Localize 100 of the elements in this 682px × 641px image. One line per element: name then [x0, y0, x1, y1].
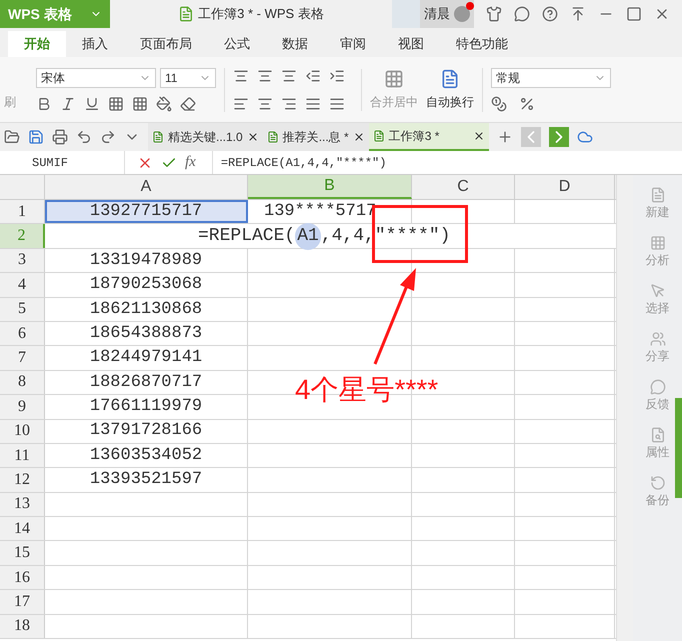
vertical-scrollbar[interactable]	[616, 175, 633, 641]
menu-tab[interactable]: 插入	[66, 31, 124, 57]
border-icon[interactable]	[108, 96, 124, 112]
row-header[interactable]: 5	[0, 298, 45, 321]
fill-color-icon[interactable]	[156, 96, 172, 112]
table-cell: 17661119979	[45, 395, 248, 419]
align-top-icon[interactable]	[233, 68, 249, 84]
row-header[interactable]: 8	[0, 370, 45, 394]
column-header[interactable]: C	[412, 175, 515, 199]
help-icon[interactable]	[542, 6, 558, 22]
panel-toggle[interactable]	[675, 398, 682, 498]
maximize-icon[interactable]	[626, 6, 642, 22]
row-header[interactable]: 12	[0, 468, 45, 492]
font-select[interactable]: 宋体	[36, 68, 156, 88]
table-cell: 13791728166	[45, 420, 248, 443]
row-header[interactable]: 18	[0, 614, 45, 638]
menu-tab[interactable]: 特色功能	[440, 31, 524, 57]
menu-tab[interactable]: 视图	[382, 31, 440, 57]
user-name: 清晨	[424, 5, 450, 24]
shirt-icon[interactable]	[486, 6, 502, 22]
close-icon[interactable]	[246, 131, 259, 143]
close-icon[interactable]	[472, 130, 485, 142]
table-cell: 13393521597	[45, 468, 248, 492]
align-left-icon[interactable]	[233, 96, 249, 112]
font-size-select[interactable]: 11	[160, 68, 216, 88]
grid-icon[interactable]	[132, 96, 148, 112]
name-box[interactable]: SUMIF	[0, 151, 125, 174]
print-icon[interactable]	[52, 129, 68, 145]
redo-icon[interactable]	[100, 129, 116, 145]
table-cell: 18790253068	[45, 273, 248, 297]
skin-thumbnail	[392, 0, 420, 28]
backup-icon	[650, 475, 666, 491]
row-header[interactable]: 4	[0, 273, 45, 297]
table-cell: 13927715717	[45, 200, 248, 224]
eraser-icon[interactable]	[180, 96, 196, 112]
row-header[interactable]: 13	[0, 492, 45, 516]
new-tab-icon[interactable]	[496, 129, 513, 145]
menu-tab[interactable]: 开始	[8, 31, 66, 57]
save-icon[interactable]	[28, 129, 44, 145]
column-header[interactable]: D	[515, 175, 615, 199]
scroll-right-icon[interactable]	[548, 127, 569, 147]
wrap-text-button[interactable]: 自动换行	[426, 68, 474, 110]
row-header[interactable]: 6	[0, 322, 45, 346]
row-header[interactable]: 17	[0, 590, 45, 614]
indent-increase-icon[interactable]	[329, 68, 345, 84]
chat-icon	[650, 379, 666, 395]
justify-icon[interactable]	[305, 96, 321, 112]
document-tab[interactable]: 推荐关...息 *	[262, 123, 369, 151]
number-format-select[interactable]: 常规	[491, 68, 611, 88]
grid-icon	[650, 235, 666, 251]
italic-icon[interactable]	[60, 96, 76, 112]
wrap-text-icon	[440, 68, 460, 88]
align-bottom-icon[interactable]	[281, 68, 297, 84]
undo-icon[interactable]	[76, 129, 92, 145]
menu-tab[interactable]: 数据	[266, 31, 324, 57]
menu-tab[interactable]: 审阅	[324, 31, 382, 57]
spreadsheet-icon	[152, 131, 164, 143]
underline-icon[interactable]	[84, 96, 100, 112]
upload-icon[interactable]	[570, 6, 586, 22]
close-icon[interactable]	[352, 131, 365, 143]
row-header[interactable]: 11	[0, 444, 45, 468]
currency-icon[interactable]	[491, 96, 507, 112]
align-center-icon[interactable]	[257, 96, 273, 112]
row-header[interactable]: 15	[0, 541, 45, 565]
menu-tab[interactable]: 页面布局	[124, 31, 208, 57]
user-button[interactable]: 清晨	[420, 0, 474, 28]
percent-icon[interactable]	[519, 96, 535, 112]
align-right-icon[interactable]	[281, 96, 297, 112]
document-tab[interactable]: 精选关键...1.0	[148, 123, 263, 151]
row-header[interactable]: 16	[0, 566, 45, 590]
table-cell: 13319478989	[45, 248, 248, 272]
distribute-icon[interactable]	[329, 96, 345, 112]
spreadsheet-icon	[266, 131, 279, 143]
cloud-icon[interactable]	[576, 129, 593, 145]
row-header[interactable]: 10	[0, 420, 45, 443]
table-cell: 18654388873	[45, 322, 248, 346]
table-cell: 13603534052	[45, 444, 248, 468]
merge-cells-icon	[384, 68, 404, 88]
insert-function-button[interactable]: fx	[185, 151, 196, 174]
row-header[interactable]: 9	[0, 395, 45, 419]
annotation-text: 4个星号****	[295, 373, 438, 407]
table-cell: 18621130868	[45, 298, 248, 321]
document-icon	[178, 6, 194, 22]
indent-decrease-icon[interactable]	[305, 68, 321, 84]
table-cell: 18244979141	[45, 346, 248, 370]
formula-input[interactable]: =REPLACE(A1,4,4,″****″)	[212, 151, 682, 174]
document-icon	[650, 187, 666, 203]
row-header[interactable]: 1	[0, 200, 45, 224]
table-cell: 18826870717	[45, 370, 248, 394]
document-tab[interactable]: 工作簿3 *	[368, 123, 489, 151]
spreadsheet-icon	[372, 130, 385, 142]
open-icon[interactable]	[4, 129, 20, 145]
chat-icon[interactable]	[514, 6, 530, 22]
row-header[interactable]: 7	[0, 346, 45, 370]
row-header[interactable]: 14	[0, 517, 45, 540]
align-middle-icon[interactable]	[257, 68, 273, 84]
menu-tab[interactable]: 公式	[208, 31, 266, 57]
file-search-icon	[650, 427, 666, 443]
pointer-icon	[650, 283, 666, 299]
row-header[interactable]: 3	[0, 248, 45, 272]
